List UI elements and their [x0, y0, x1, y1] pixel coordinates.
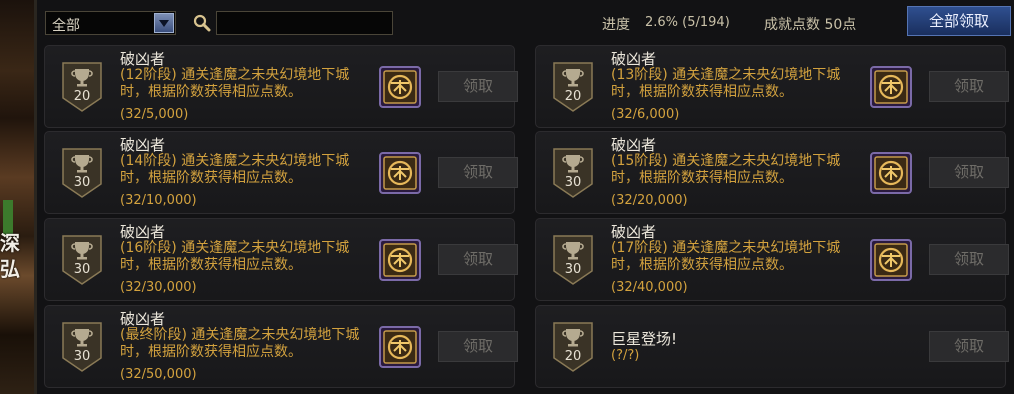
trophy-icon: 20: [552, 322, 594, 372]
trophy-icon: 20: [61, 62, 103, 112]
achievement-description: (17阶段) 通关逢魔之未央幻境地下城时，根据阶数获得相应点数。: [611, 240, 841, 273]
search-input[interactable]: [216, 11, 393, 35]
achievement-card: 30 破凶者 (16阶段) 通关逢魔之未央幻境地下城时，根据阶数获得相应点数。 …: [44, 218, 518, 301]
achievement-card: 20 巨星登场! (?/?) 领取: [535, 305, 1009, 388]
achievement-description: (16阶段) 通关逢魔之未央幻境地下城时，根据阶数获得相应点数。: [120, 240, 350, 273]
achievement-points-badge: 20: [564, 349, 582, 364]
achievement-description: (14阶段) 通关逢魔之未央幻境地下城时，根据阶数获得相应点数。: [120, 153, 350, 186]
claim-button[interactable]: 领取: [438, 157, 518, 188]
achievement-progress: (32/50,000): [120, 367, 197, 382]
category-dropdown[interactable]: 全部: [45, 11, 176, 35]
toolbar: 全部 进度 2.6% (5/194) 成就点数 50点 全部领取: [37, 0, 1014, 40]
background-glyph-2: 弘: [0, 257, 20, 281]
achievement-points-badge: 30: [73, 175, 91, 190]
search-icon[interactable]: [193, 14, 211, 32]
chevron-down-icon[interactable]: [154, 13, 174, 33]
trophy-icon: 30: [61, 322, 103, 372]
achievement-progress: (32/6,000): [611, 107, 680, 122]
claim-button[interactable]: 领取: [929, 331, 1009, 362]
achievement-card: 30 破凶者 (14阶段) 通关逢魔之未央幻境地下城时，根据阶数获得相应点数。 …: [44, 131, 518, 214]
achievement-description: (13阶段) 通关逢魔之未央幻境地下城时，根据阶数获得相应点数。: [611, 67, 841, 100]
claim-all-button[interactable]: 全部领取: [907, 6, 1011, 36]
achievement-card: 20 破凶者 (13阶段) 通关逢魔之未央幻境地下城时，根据阶数获得相应点数。 …: [535, 45, 1009, 128]
achievement-progress: (32/20,000): [611, 193, 688, 208]
trophy-icon: 30: [552, 235, 594, 285]
achievement-panel: 全部 进度 2.6% (5/194) 成就点数 50点 全部领取 20 破凶者 …: [37, 0, 1014, 394]
reward-medal-icon[interactable]: [379, 66, 421, 108]
claim-button[interactable]: 领取: [929, 71, 1009, 102]
achievement-progress: (32/30,000): [120, 280, 197, 295]
reward-medal-icon[interactable]: [379, 326, 421, 368]
achievement-points-badge: 20: [73, 89, 91, 104]
achievement-title: 破凶者: [120, 50, 166, 68]
achievement-title: 破凶者: [611, 223, 657, 241]
achievement-description: (12阶段) 通关逢魔之未央幻境地下城时，根据阶数获得相应点数。: [120, 67, 350, 100]
achievement-progress: (32/10,000): [120, 193, 197, 208]
achievement-title: 破凶者: [611, 136, 657, 154]
claim-button[interactable]: 领取: [438, 71, 518, 102]
achievement-card: 20 破凶者 (12阶段) 通关逢魔之未央幻境地下城时，根据阶数获得相应点数。 …: [44, 45, 518, 128]
achievement-title: 破凶者: [120, 136, 166, 154]
background-glyph-1: 深: [0, 231, 20, 255]
claim-button[interactable]: 领取: [438, 244, 518, 275]
achievement-progress: (32/40,000): [611, 280, 688, 295]
achievement-title: 破凶者: [120, 310, 166, 328]
achievement-progress: (32/5,000): [120, 107, 189, 122]
achievement-points-badge: 30: [564, 262, 582, 277]
achievement-points-badge: 20: [564, 89, 582, 104]
trophy-icon: 30: [61, 235, 103, 285]
achievement-title: 破凶者: [611, 50, 657, 68]
achievement-title: 破凶者: [120, 223, 166, 241]
reward-medal-icon[interactable]: [870, 66, 912, 108]
game-background-strip: 深 弘: [0, 0, 34, 394]
claim-button[interactable]: 领取: [929, 244, 1009, 275]
achievement-progress: (?/?): [611, 348, 640, 363]
claim-button[interactable]: 领取: [929, 157, 1009, 188]
reward-medal-icon[interactable]: [870, 239, 912, 281]
achievement-points-badge: 30: [73, 349, 91, 364]
achievement-title: 巨星登场!: [611, 330, 678, 348]
category-dropdown-value: 全部: [52, 18, 80, 34]
achievement-card: 30 破凶者 (最终阶段) 通关逢魔之未央幻境地下城时，根据阶数获得相应点数。 …: [44, 305, 518, 388]
reward-medal-icon[interactable]: [379, 152, 421, 194]
claim-button[interactable]: 领取: [438, 331, 518, 362]
achievement-points-badge: 30: [564, 175, 582, 190]
reward-medal-icon[interactable]: [379, 239, 421, 281]
achievement-description: (最终阶段) 通关逢魔之未央幻境地下城时，根据阶数获得相应点数。: [120, 327, 360, 360]
achievement-points: 成就点数 50点: [764, 17, 857, 33]
trophy-icon: 30: [61, 148, 103, 198]
progress-label: 进度: [602, 17, 630, 33]
achievement-card: 30 破凶者 (15阶段) 通关逢魔之未央幻境地下城时，根据阶数获得相应点数。 …: [535, 131, 1009, 214]
trophy-icon: 30: [552, 148, 594, 198]
progress-value: 2.6% (5/194): [645, 15, 730, 30]
achievement-description: (15阶段) 通关逢魔之未央幻境地下城时，根据阶数获得相应点数。: [611, 153, 841, 186]
reward-medal-icon[interactable]: [870, 152, 912, 194]
achievement-points-badge: 30: [73, 262, 91, 277]
trophy-icon: 20: [552, 62, 594, 112]
achievement-card: 30 破凶者 (17阶段) 通关逢魔之未央幻境地下城时，根据阶数获得相应点数。 …: [535, 218, 1009, 301]
